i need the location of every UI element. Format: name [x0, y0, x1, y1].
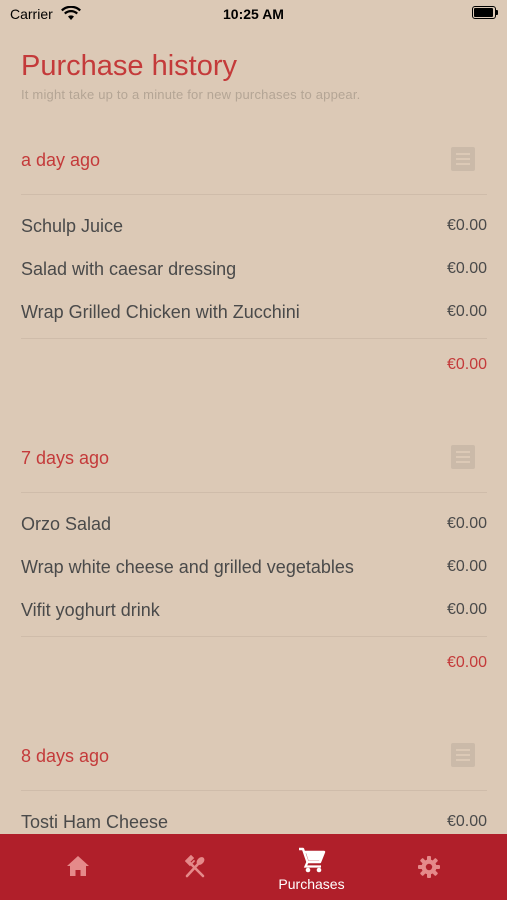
tab-settings[interactable]: [370, 834, 487, 900]
item-name: Wrap white cheese and grilled vegetables: [21, 557, 354, 577]
item-price: €0.00: [446, 558, 487, 575]
cart-icon: [299, 847, 326, 873]
item-name: Orzo Salad: [21, 514, 112, 534]
purchase-total: €0.00: [446, 654, 487, 671]
item-name: Tosti Ham Cheese: [21, 812, 169, 832]
receipt-icon[interactable]: [451, 147, 475, 171]
item-name: Schulp Juice: [21, 216, 124, 236]
purchase-date: 8 days ago: [21, 746, 110, 766]
purchase-total: €0.00: [446, 356, 487, 373]
item-price: €0.00: [446, 260, 487, 277]
divider: [21, 492, 487, 493]
item-name: Salad with caesar dressing: [21, 259, 237, 279]
divider: [21, 338, 487, 339]
item-price: €0.00: [446, 303, 487, 320]
purchase-date: a day ago: [21, 150, 101, 170]
tab-purchases-label: Purchases: [278, 876, 345, 892]
item-name: Wrap Grilled Chicken with Zucchini: [21, 302, 300, 322]
fork-spoon-icon: [185, 855, 205, 878]
battery-icon: [472, 6, 498, 19]
receipt-icon[interactable]: [451, 743, 475, 767]
tab-purchases[interactable]: Purchases: [253, 834, 370, 900]
item-price: €0.00: [446, 601, 487, 618]
home-icon: [67, 856, 89, 876]
gear-icon: [418, 856, 440, 878]
tab-home[interactable]: [19, 834, 136, 900]
divider: [21, 194, 487, 195]
page-subtitle: It might take up to a minute for new pur…: [21, 87, 361, 102]
receipt-icon[interactable]: [451, 445, 475, 469]
tab-menu[interactable]: [136, 834, 253, 900]
item-price: €0.00: [446, 813, 487, 830]
tab-bar: Purchases: [0, 834, 507, 900]
item-price: €0.00: [446, 515, 487, 532]
item-name: Vifit yoghurt drink: [21, 600, 160, 620]
purchase-date: 7 days ago: [21, 448, 110, 468]
page-title: Purchase history: [21, 50, 237, 82]
status-bar: Carrier 10:25 AM: [0, 0, 507, 30]
status-time: 10:25 AM: [223, 6, 284, 22]
divider: [21, 790, 487, 791]
divider: [21, 636, 487, 637]
item-price: €0.00: [446, 217, 487, 234]
